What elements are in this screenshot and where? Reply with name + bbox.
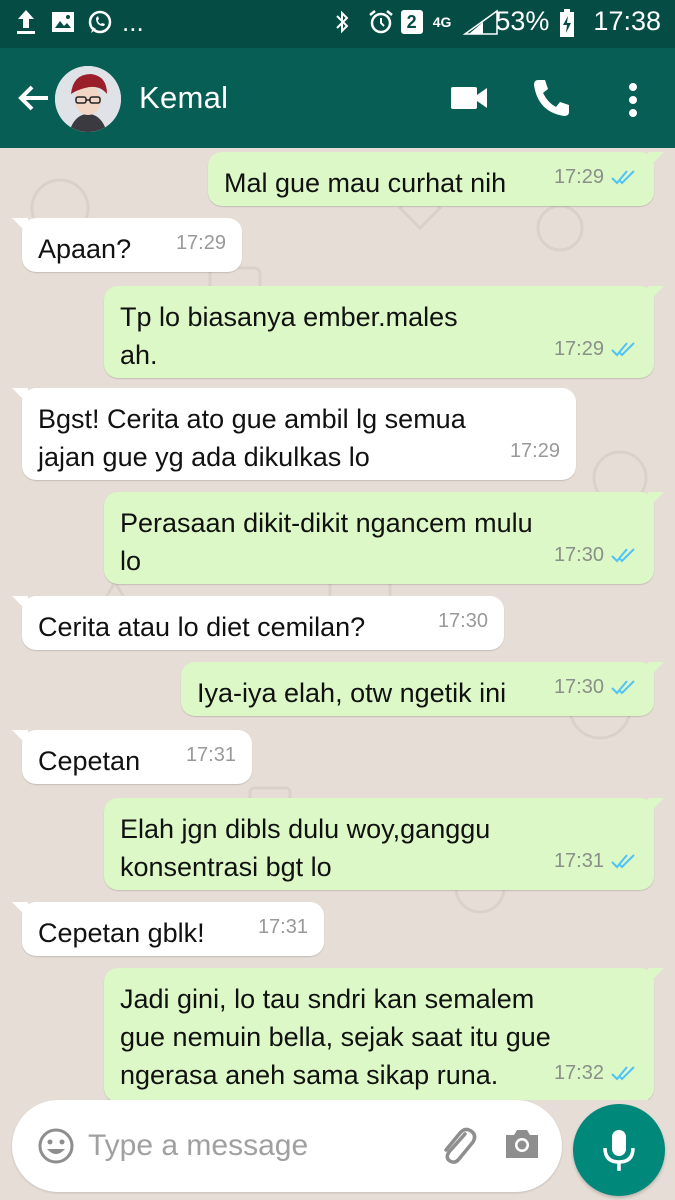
message-meta: 17:31 <box>554 842 638 880</box>
read-receipt-icon <box>611 170 635 185</box>
read-receipt-icon <box>611 1066 635 1081</box>
message-time: 17:31 <box>257 916 308 938</box>
network-type: 4G <box>432 13 452 30</box>
paperclip-icon <box>444 1127 477 1164</box>
upload-icon <box>14 8 38 36</box>
sim-badge: 2 <box>400 9 423 34</box>
incoming-message[interactable]: Bgst! Cerita ato gue ambil lg semua jaja… <box>12 388 576 480</box>
message-meta: 17:29 <box>176 224 226 262</box>
bluetooth-icon <box>333 8 357 36</box>
avatar-image <box>55 66 121 132</box>
message-meta: 17:31 <box>258 908 308 946</box>
message-time: 17:29 <box>553 338 604 360</box>
contact-name[interactable]: Kemal <box>139 80 228 116</box>
message-meta: 17:29 <box>510 432 560 470</box>
camera-icon <box>506 1130 538 1158</box>
bubble-tail <box>12 218 28 234</box>
phone-icon <box>534 80 569 116</box>
more-options-button[interactable] <box>615 74 651 126</box>
camera-button[interactable] <box>502 1124 542 1164</box>
back-button[interactable] <box>10 74 58 122</box>
image-icon <box>50 8 74 36</box>
message-meta: 17:31 <box>186 736 236 774</box>
microphone-icon <box>603 1130 635 1171</box>
chat-header: Kemal <box>0 48 675 148</box>
message-time: 17:30 <box>553 676 604 698</box>
outgoing-message[interactable]: Iya-iya elah, otw ngetik ini 17:30 <box>181 662 664 716</box>
whatsapp-icon <box>86 8 112 36</box>
message-time: 17:30 <box>553 544 604 566</box>
video-call-button[interactable] <box>447 76 493 120</box>
bubble-tail <box>648 662 664 678</box>
outgoing-message[interactable]: Tp lo biasanya ember.males ah. 17:29 <box>104 286 664 378</box>
message-meta: 17:29 <box>554 158 638 196</box>
bubble-tail <box>648 492 664 508</box>
message-meta: 17:32 <box>554 1054 638 1092</box>
message-time: 17:32 <box>553 1062 604 1084</box>
battery-percent: 53% <box>495 6 550 36</box>
message-time: 17:29 <box>175 232 226 254</box>
outgoing-message[interactable]: Jadi gini, lo tau sndri kan semalem gue … <box>104 968 664 1100</box>
incoming-message[interactable]: Apaan? 17:29 <box>12 218 242 272</box>
emoji-icon <box>38 1128 74 1164</box>
avatar[interactable] <box>55 66 121 132</box>
message-text: Cerita atau lo diet cemilan? <box>38 612 366 642</box>
bubble-tail <box>648 286 664 302</box>
message-input[interactable] <box>88 1124 418 1168</box>
outgoing-message[interactable]: Elah jgn dibls dulu woy,ganggu konsentra… <box>104 798 664 890</box>
bubble-tail <box>12 388 28 404</box>
incoming-message[interactable]: Cepetan 17:31 <box>12 730 252 784</box>
signal-icon <box>461 8 499 36</box>
bubble-tail <box>648 968 664 984</box>
message-time: 17:29 <box>553 166 604 188</box>
incoming-message[interactable]: Cepetan gblk! 17:31 <box>12 902 324 956</box>
chat-area[interactable]: Mal gue mau curhat nih 17:29 Apaan? 17:29 Tp… <box>0 148 675 1100</box>
message-text: Bgst! Cerita ato gue ambil lg semua jaja… <box>38 404 466 472</box>
video-call-icon <box>451 87 487 109</box>
back-arrow-icon <box>18 85 48 111</box>
voice-call-button[interactable] <box>528 72 574 122</box>
bubble-tail <box>648 798 664 814</box>
bubble-tail <box>12 596 28 612</box>
battery-icon <box>559 8 583 37</box>
emoji-button[interactable] <box>36 1126 76 1166</box>
compose-bar <box>0 1100 675 1200</box>
incoming-message[interactable]: Cerita atau lo diet cemilan? 17:30 <box>12 596 504 650</box>
message-input-container <box>12 1100 562 1192</box>
status-bar: ... 2 4G 53% 17:38 <box>0 0 675 48</box>
bubble-tail <box>12 730 28 746</box>
message-time: 17:31 <box>553 850 604 872</box>
message-meta: 17:30 <box>438 602 488 640</box>
read-receipt-icon <box>611 680 635 695</box>
outgoing-message[interactable]: Perasaan dikit-dikit ngancem mulu lo 17:3… <box>104 492 664 584</box>
bubble-tail <box>12 902 28 918</box>
alarm-icon <box>367 8 393 36</box>
read-receipt-icon <box>611 854 635 869</box>
voice-record-button[interactable] <box>573 1104 665 1196</box>
outgoing-message[interactable]: Mal gue mau curhat nih 17:29 <box>208 152 664 206</box>
read-receipt-icon <box>611 342 635 357</box>
read-receipt-icon <box>611 548 635 563</box>
more-notifications: ... <box>122 7 144 37</box>
message-meta: 17:29 <box>554 330 638 368</box>
bubble-tail <box>648 152 664 168</box>
message-time: 17:29 <box>509 440 560 462</box>
clock: 17:38 <box>593 6 661 36</box>
more-vert-icon <box>629 83 637 117</box>
message-time: 17:31 <box>185 744 236 766</box>
message-meta: 17:30 <box>554 668 638 706</box>
message-meta: 17:30 <box>554 536 638 574</box>
attach-button[interactable] <box>435 1122 479 1170</box>
message-time: 17:30 <box>437 610 488 632</box>
